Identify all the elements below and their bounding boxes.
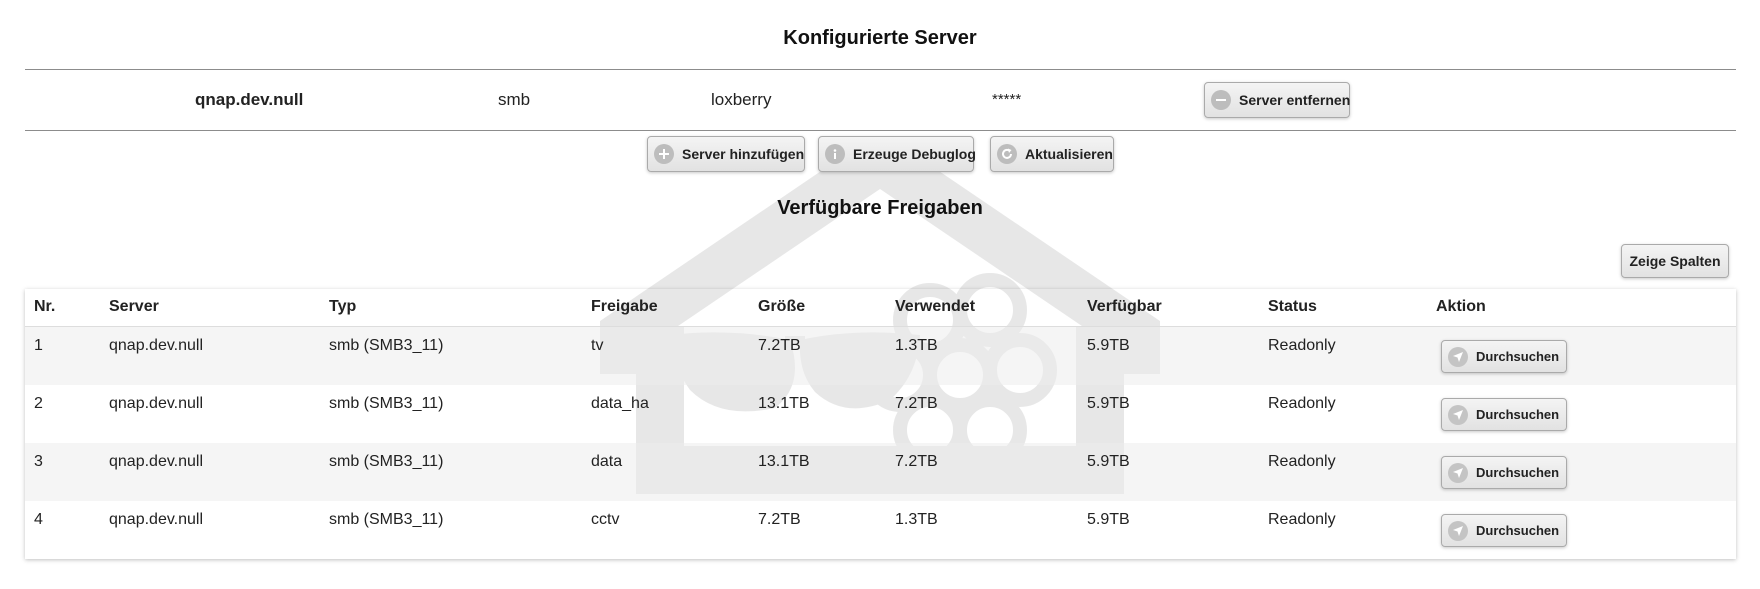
navigation-arrow-icon	[1448, 346, 1468, 367]
cell-share: tv	[591, 337, 604, 354]
browse-button[interactable]: Durchsuchen	[1441, 514, 1567, 547]
browse-label: Durchsuchen	[1476, 407, 1560, 422]
cell-status: Readonly	[1268, 337, 1336, 354]
cell-size: 7.2TB	[758, 511, 801, 528]
cell-status: Readonly	[1268, 395, 1336, 412]
show-columns-button[interactable]: Zeige Spalten	[1621, 244, 1729, 278]
add-server-button[interactable]: Server hinzufügen	[647, 136, 805, 172]
browse-button[interactable]: Durchsuchen	[1441, 340, 1567, 373]
create-debuglog-label: Erzeuge Debuglog	[853, 146, 976, 162]
plus-circle-icon	[654, 144, 674, 164]
configured-servers-title: Konfigurierte Server	[783, 27, 977, 49]
table-row: 1 qnap.dev.null smb (SMB3_11) tv 7.2TB 1…	[25, 327, 1736, 385]
column-header-server[interactable]: Server	[109, 298, 159, 316]
available-shares-title: Verfügbare Freigaben	[777, 197, 983, 219]
cell-size: 13.1TB	[758, 395, 810, 412]
cell-status: Readonly	[1268, 511, 1336, 528]
server-type: smb	[498, 90, 531, 109]
cell-status: Readonly	[1268, 453, 1336, 470]
cell-size: 13.1TB	[758, 453, 810, 470]
browse-label: Durchsuchen	[1476, 523, 1560, 538]
cell-nr: 3	[34, 453, 43, 470]
table-row: 2 qnap.dev.null smb (SMB3_11) data_ha 13…	[25, 385, 1736, 443]
column-header-status[interactable]: Status	[1268, 298, 1317, 316]
cell-available: 5.9TB	[1087, 337, 1130, 354]
browse-label: Durchsuchen	[1476, 465, 1560, 480]
column-header-used[interactable]: Verwendet	[895, 298, 975, 316]
table-row: 3 qnap.dev.null smb (SMB3_11) data 13.1T…	[25, 443, 1736, 501]
add-server-label: Server hinzufügen	[682, 146, 805, 162]
cell-available: 5.9TB	[1087, 511, 1130, 528]
cell-used: 1.3TB	[895, 337, 938, 354]
create-debuglog-button[interactable]: Erzeuge Debuglog	[818, 136, 976, 172]
cell-share: data_ha	[591, 395, 649, 412]
navigation-arrow-icon	[1448, 462, 1468, 483]
cell-used: 7.2TB	[895, 453, 938, 470]
navigation-arrow-icon	[1448, 404, 1468, 425]
cell-nr: 4	[34, 511, 43, 528]
divider	[25, 69, 1736, 70]
cell-used: 1.3TB	[895, 511, 938, 528]
refresh-label: Aktualisieren	[1025, 146, 1113, 162]
refresh-icon	[997, 144, 1017, 164]
cell-server: qnap.dev.null	[109, 511, 203, 528]
cell-available: 5.9TB	[1087, 453, 1130, 470]
shares-table: Nr. Server Typ Freigabe Größe Verwendet …	[25, 289, 1736, 559]
cell-nr: 1	[34, 337, 43, 354]
browse-button[interactable]: Durchsuchen	[1441, 398, 1567, 431]
divider	[25, 130, 1736, 131]
show-columns-label: Zeige Spalten	[1629, 253, 1721, 269]
browse-label: Durchsuchen	[1476, 349, 1560, 364]
column-header-nr[interactable]: Nr.	[34, 298, 55, 316]
column-header-available[interactable]: Verfügbar	[1087, 298, 1162, 316]
cell-type: smb (SMB3_11)	[329, 337, 444, 354]
page: Konfigurierte Server qnap.dev.null smb l…	[0, 0, 1760, 589]
column-header-size[interactable]: Größe	[758, 298, 805, 316]
cell-size: 7.2TB	[758, 337, 801, 354]
cell-share: data	[591, 453, 623, 470]
cell-type: smb (SMB3_11)	[329, 511, 444, 528]
cell-nr: 2	[34, 395, 43, 412]
minus-circle-icon	[1211, 90, 1231, 110]
cell-server: qnap.dev.null	[109, 453, 203, 470]
browse-button[interactable]: Durchsuchen	[1441, 456, 1567, 489]
server-password: *****	[992, 91, 1022, 108]
remove-server-button[interactable]: Server entfernen	[1204, 82, 1350, 118]
cell-type: smb (SMB3_11)	[329, 453, 444, 470]
remove-server-label: Server entfernen	[1239, 92, 1351, 108]
server-host: qnap.dev.null	[195, 90, 304, 109]
info-icon	[825, 144, 845, 164]
column-header-type[interactable]: Typ	[329, 298, 356, 316]
table-header: Nr. Server Typ Freigabe Größe Verwendet …	[25, 289, 1736, 327]
cell-available: 5.9TB	[1087, 395, 1130, 412]
table-row: 4 qnap.dev.null smb (SMB3_11) cctv 7.2TB…	[25, 501, 1736, 559]
cell-type: smb (SMB3_11)	[329, 395, 444, 412]
refresh-button[interactable]: Aktualisieren	[990, 136, 1114, 172]
navigation-arrow-icon	[1448, 520, 1468, 541]
server-user: loxberry	[711, 90, 772, 109]
cell-server: qnap.dev.null	[109, 395, 203, 412]
column-header-share[interactable]: Freigabe	[591, 298, 658, 316]
cell-share: cctv	[591, 511, 620, 528]
cell-server: qnap.dev.null	[109, 337, 203, 354]
column-header-action: Aktion	[1436, 298, 1486, 315]
cell-used: 7.2TB	[895, 395, 938, 412]
